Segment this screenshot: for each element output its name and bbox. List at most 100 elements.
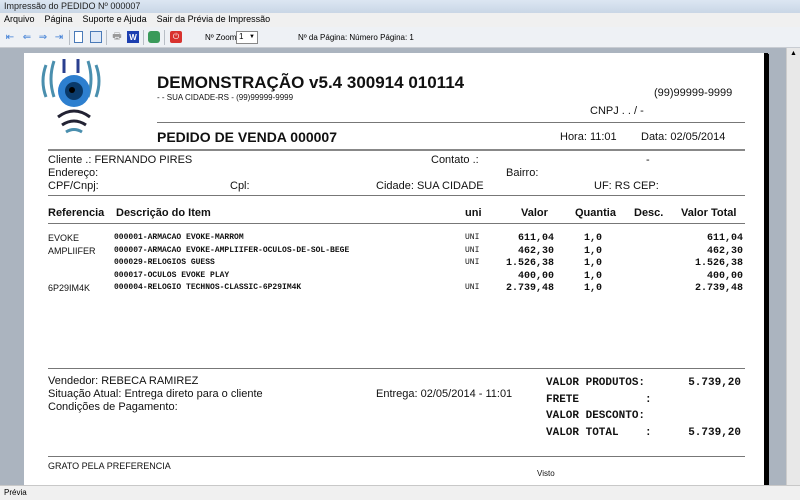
company-phone: (99)99999-9999 [654, 87, 733, 99]
order-title: PEDIDO DE VENDA 000007 [157, 129, 337, 145]
next-page-icon[interactable]: ⇒ [37, 31, 49, 43]
company-address: - - SUA CIDADE-RS - (99)99999-9999 [157, 93, 294, 102]
order-time: Hora: 11:01 [560, 131, 617, 143]
contact-label: Contato .: [431, 154, 479, 166]
divider [48, 456, 745, 457]
company-logo [41, 59, 101, 134]
total-label: VALOR PRODUTOS: [546, 377, 646, 389]
total-value: 5.739,20 [688, 426, 741, 439]
item-description: 000007-ARMACAO EVOKE-AMPLIIFER-OCULOS-DE… [114, 245, 350, 255]
item-price: 462,30 [517, 245, 554, 257]
preview-area: DEMONSTRAÇÃO v5.4 300914 010114 - - SUA … [0, 48, 786, 485]
col-quantia: Quantia [575, 207, 616, 219]
item-qty: 1,0 [584, 245, 603, 257]
col-valor-total: Valor Total [681, 207, 737, 219]
cpf-label: CPF/Cnpj: [48, 180, 99, 192]
zoom-value: 1 [239, 32, 244, 41]
item-total: 2.739,48 [694, 283, 743, 294]
col-uni: uni [465, 207, 482, 219]
item-price: 1.526,38 [505, 258, 554, 269]
col-referencia: Referencia [48, 207, 105, 219]
item-ref: 6P29IM4K [48, 283, 91, 293]
item-description: 000001-ARMACAO EVOKE-MARROM [114, 233, 244, 242]
payment-conditions: Condições de Pagamento: [48, 401, 178, 413]
menu-sair-previa[interactable]: Sair da Prévia de Impressão [157, 14, 271, 26]
total-value: 5.739,20 [688, 377, 741, 389]
scroll-up-icon[interactable]: ▲ [790, 50, 797, 57]
menu-bar: Arquivo Página Suporte e Ajuda Sair da P… [0, 13, 800, 27]
item-ref: AMPLIIFER [48, 245, 96, 256]
delivery: Entrega: 02/05/2014 - 11:01 [376, 388, 513, 400]
col-desc: Desc. [634, 207, 664, 219]
item-unit: UNI [465, 258, 480, 267]
district-label: Bairro: [506, 167, 539, 179]
signature-visto: Visto [537, 469, 555, 478]
window-title: Impressão do PEDIDO Nº 000007 [4, 1, 141, 11]
print-icon[interactable]: 🖶 [111, 31, 123, 43]
email-export-icon[interactable] [148, 31, 160, 43]
divider [48, 368, 745, 369]
menu-arquivo[interactable]: Arquivo [4, 14, 35, 26]
footer-thanks: GRATO PELA PREFERENCIA [48, 461, 171, 471]
toolbar: ⇤ ⇐ ⇒ ⇥ 🖶 W ⏻ Nº Zoom 1 ▼ Nº da Página: N… [0, 27, 800, 48]
chevron-down-icon: ▼ [249, 34, 255, 40]
state-cep: UF: RS CEP: [594, 180, 659, 192]
exit-icon[interactable]: ⏻ [170, 31, 182, 43]
separator [69, 30, 70, 45]
item-unit: UNI [465, 283, 480, 292]
item-price: 2.739,48 [505, 283, 554, 294]
divider [48, 149, 745, 151]
col-descricao: Descrição do Item [116, 207, 211, 219]
item-qty: 1,0 [584, 258, 603, 269]
order-date: Data: 02/05/2014 [641, 131, 726, 143]
window-title-bar: Impressão do PEDIDO Nº 000007 [0, 0, 800, 13]
divider [157, 122, 745, 123]
customer-name: Cliente .: FERNANDO PIRES [48, 154, 193, 166]
company-cnpj: CNPJ . . / - [590, 105, 644, 117]
two-pages-icon[interactable] [90, 31, 102, 43]
separator [164, 30, 165, 45]
item-unit: UNI [465, 233, 480, 242]
item-total: 1.526,38 [694, 258, 743, 269]
item-qty: 1,0 [584, 283, 603, 294]
status-text: Prévia [4, 488, 27, 497]
status-bar: Prévia [0, 485, 800, 500]
first-page-icon[interactable]: ⇤ [4, 31, 16, 43]
item-description: 000017-OCULOS EVOKE PLAY [114, 270, 230, 280]
menu-pagina[interactable]: Página [45, 14, 73, 26]
total-label: VALOR TOTAL : [546, 426, 652, 439]
cpl-label: Cpl: [230, 180, 250, 192]
separator [106, 30, 107, 45]
total-label: VALOR DESCONTO: [546, 410, 646, 422]
address-label: Endereço: [48, 167, 99, 179]
separator [143, 30, 144, 45]
contact-dash: - [646, 154, 650, 166]
item-qty: 1,0 [584, 270, 603, 282]
divider [48, 223, 745, 224]
prev-page-icon[interactable]: ⇐ [21, 31, 33, 43]
item-qty: 1,0 [584, 233, 603, 244]
item-total: 462,30 [706, 245, 743, 257]
item-description: 000029-RELOGIOS GUESS [114, 258, 215, 267]
item-ref: EVOKE [48, 233, 80, 243]
seller: Vendedor: REBECA RAMIREZ [48, 375, 199, 387]
item-description: 000004-RELOGIO TECHNOS-CLASSIC-6P29IM4K [114, 283, 302, 292]
single-page-icon[interactable] [74, 31, 83, 43]
item-unit: UNI [465, 245, 480, 255]
item-price: 611,04 [517, 233, 554, 244]
last-page-icon[interactable]: ⇥ [53, 31, 65, 43]
menu-suporte[interactable]: Suporte e Ajuda [83, 14, 147, 26]
vertical-scrollbar[interactable]: ▲ [786, 48, 800, 485]
item-total: 400,00 [706, 270, 743, 282]
city: Cidade: SUA CIDADE [376, 180, 484, 192]
company-name: DEMONSTRAÇÃO v5.4 300914 010114 [157, 73, 465, 92]
report-page: DEMONSTRAÇÃO v5.4 300914 010114 - - SUA … [24, 53, 768, 485]
status-situation: Situação Atual: Entrega direto para o cl… [48, 388, 263, 400]
col-valor: Valor [521, 207, 548, 219]
page-info: Nº da Página: Número Página: 1 [298, 33, 414, 42]
total-label: FRETE : [546, 393, 652, 406]
divider [48, 195, 745, 196]
item-price: 400,00 [517, 270, 554, 282]
zoom-select[interactable]: 1 ▼ [236, 31, 258, 44]
word-export-icon[interactable]: W [127, 31, 139, 43]
